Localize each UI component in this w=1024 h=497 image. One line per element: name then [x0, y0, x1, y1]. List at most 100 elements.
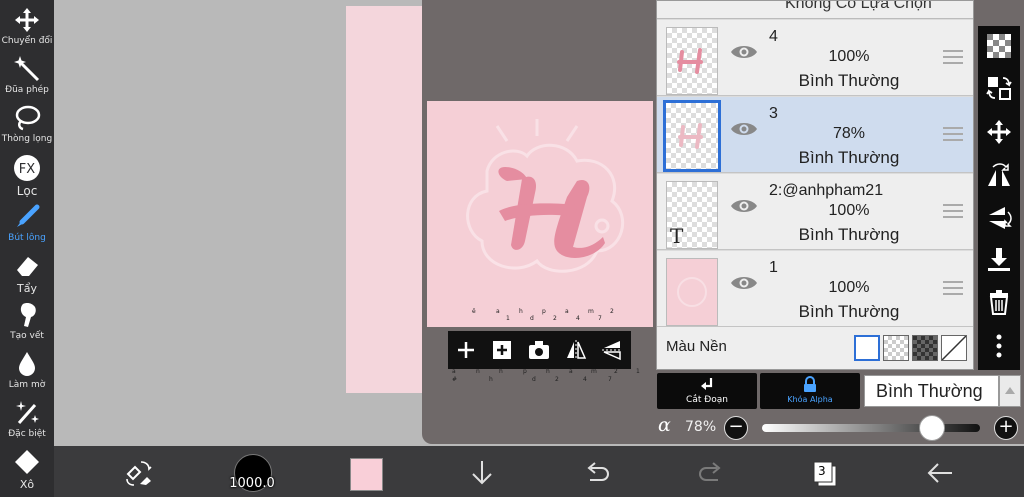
background-color-row: Màu Nền: [657, 327, 973, 369]
layer-row-2[interactable]: T 2:@anhpham21 100% Bình Thường: [657, 174, 973, 250]
bg-checker-light-swatch[interactable]: [883, 335, 909, 361]
signature-char: 4: [576, 315, 580, 322]
delete-layer-icon[interactable]: [985, 288, 1013, 316]
signature-char: 1: [636, 368, 640, 375]
tool-lasso[interactable]: Thòng lọng: [0, 100, 54, 149]
tool-label: Chuyển đổi: [1, 36, 53, 46]
artwork-image: [466, 119, 625, 273]
merge-down-icon[interactable]: [985, 246, 1013, 274]
visibility-eye-icon[interactable]: [729, 119, 759, 139]
tool-transform[interactable]: Chuyển đổi: [0, 2, 54, 51]
visibility-eye-icon[interactable]: [729, 196, 759, 216]
opacity-slider-track[interactable]: [762, 424, 980, 432]
selection-layer-label: Không Có Lựa Chọn: [785, 1, 932, 12]
tool-bucket[interactable]: Xô: [0, 444, 54, 493]
signature-char: 2: [614, 368, 618, 375]
layer-blend-mode: Bình Thường: [798, 71, 900, 90]
layer-name: 2:@anhpham21: [769, 182, 884, 199]
signature-char: 7: [608, 376, 612, 383]
clipping-label: Cắt Đoạn: [686, 395, 728, 405]
tool-brush[interactable]: Bút lông: [0, 199, 54, 248]
blend-mode-select[interactable]: Bình Thường: [864, 375, 999, 407]
alpha-lock-button[interactable]: Khóa Alpha: [760, 373, 860, 409]
layers-stack-icon: [813, 461, 837, 487]
clip-arrow-icon: [701, 378, 713, 390]
bg-none-swatch[interactable]: [941, 335, 967, 361]
current-color-swatch[interactable]: [350, 458, 383, 491]
opacity-value: 78%: [685, 419, 717, 435]
tool-label: Lọc: [16, 184, 38, 198]
signature-char: 4: [583, 376, 587, 383]
layer-row-3[interactable]: 3 78% Bình Thường: [657, 97, 973, 173]
undo-icon[interactable]: [582, 458, 612, 488]
redo-icon[interactable]: [696, 458, 726, 488]
lock-icon: [804, 376, 816, 392]
layers-button[interactable]: 3: [812, 460, 837, 488]
layer-thumbnail: [666, 258, 718, 326]
layer-row-4[interactable]: 4 100% Bình Thường: [657, 20, 973, 96]
signature-char: #: [452, 376, 458, 383]
alpha-lock-label: Khóa Alpha: [787, 395, 833, 404]
signature-char: ë: [472, 308, 476, 315]
artwork-signature-row: # h d 2 4 7: [428, 376, 658, 388]
layer-swap-icon[interactable]: [985, 74, 1013, 102]
flip-horizontal-icon[interactable]: [564, 338, 588, 362]
flip-layer-horizontal-icon[interactable]: [985, 162, 1013, 190]
magic-wand-icon: [14, 56, 40, 82]
layer-thumbnail: [666, 27, 718, 95]
canvas-quick-toolbar: [448, 331, 631, 369]
signature-char: a: [565, 308, 569, 315]
transparency-checker-icon[interactable]: [985, 32, 1013, 60]
signature-char: h: [489, 376, 493, 383]
flip-vertical-icon[interactable]: [600, 338, 624, 362]
signature-char: p: [542, 308, 546, 315]
tool-label: Đặc biệt: [8, 429, 46, 439]
signature-char: h: [519, 308, 523, 315]
layer-name: 4: [769, 28, 778, 45]
tool-filter[interactable]: FX Lọc: [0, 150, 54, 199]
tool-label: Làm mờ: [8, 380, 46, 390]
fx-filter-icon: FX: [14, 155, 40, 181]
more-options-icon[interactable]: [985, 332, 1013, 360]
opacity-increase-button[interactable]: +: [994, 416, 1018, 440]
camera-icon[interactable]: [527, 338, 551, 362]
tool-label: Đũa phép: [5, 85, 49, 95]
blend-mode-dropdown[interactable]: [999, 375, 1021, 407]
signature-char: 2: [555, 376, 559, 383]
brush-eraser-toggle-icon[interactable]: [124, 458, 154, 488]
add-layer-icon[interactable]: [454, 338, 478, 362]
tool-special[interactable]: Đặc biệt: [0, 395, 54, 444]
tool-label: Xô: [19, 478, 35, 491]
drag-handle-icon[interactable]: [943, 127, 963, 143]
signature-char: 2: [553, 315, 557, 322]
move-layer-icon[interactable]: [985, 118, 1013, 146]
drag-handle-icon[interactable]: [943, 281, 963, 297]
brush-icon: [17, 204, 40, 227]
arrow-down-icon[interactable]: [467, 458, 497, 488]
signature-char: m: [591, 368, 597, 375]
bg-checker-dark-swatch[interactable]: [912, 335, 938, 361]
bg-white-swatch[interactable]: [854, 335, 880, 361]
left-toolbar: Chuyển đổi Đũa phép Thòng lọng FX Lọc Bú…: [0, 0, 54, 497]
layer-row-1[interactable]: 1 100% Bình Thường: [657, 251, 973, 327]
opacity-slider-knob[interactable]: [919, 415, 946, 441]
flip-layer-vertical-icon[interactable]: [985, 204, 1013, 232]
back-arrow-icon[interactable]: [925, 458, 955, 488]
selection-layer-row[interactable]: Không Có Lựa Chọn: [657, 1, 973, 19]
layer-name: 1: [769, 259, 778, 276]
tool-smudge[interactable]: Tạo vết: [0, 297, 54, 346]
canvas-artwork[interactable]: [427, 101, 653, 327]
clipping-button[interactable]: Cắt Đoạn: [657, 373, 757, 409]
tool-eraser[interactable]: Tẩy: [0, 248, 54, 297]
tool-blur[interactable]: Làm mờ: [0, 346, 54, 395]
opacity-decrease-button[interactable]: −: [724, 416, 748, 440]
tool-magic-wand[interactable]: Đũa phép: [0, 51, 54, 100]
layer-name: 3: [769, 105, 778, 122]
visibility-eye-icon[interactable]: [729, 42, 759, 62]
drag-handle-icon[interactable]: [943, 204, 963, 220]
visibility-eye-icon[interactable]: [729, 273, 759, 293]
signature-char: h: [499, 368, 503, 375]
svg-text:FX: FX: [19, 162, 35, 177]
drag-handle-icon[interactable]: [943, 50, 963, 66]
add-layer-box-icon[interactable]: [490, 338, 514, 362]
